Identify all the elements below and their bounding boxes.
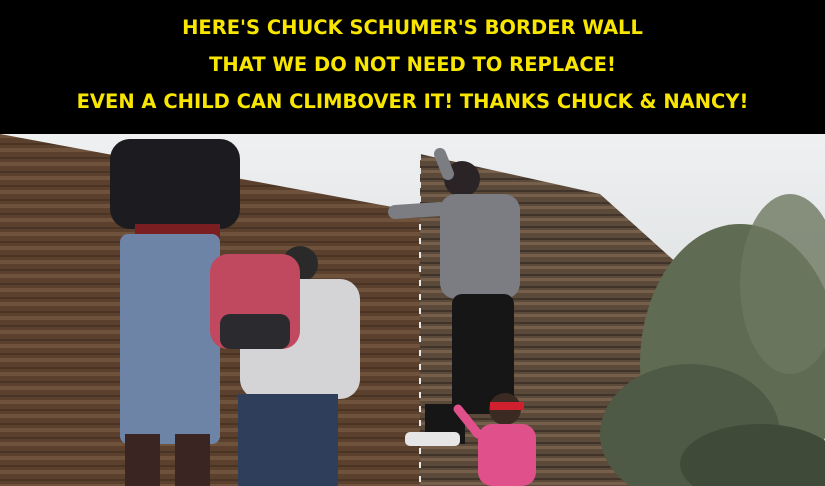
caption-line-2: THAT WE DO NOT NEED TO REPLACE!	[209, 53, 616, 77]
caption-banner: HERE'S CHUCK SCHUMER'S BORDER WALL THAT …	[0, 0, 825, 134]
meme-image: HERE'S CHUCK SCHUMER'S BORDER WALL THAT …	[0, 0, 825, 486]
caption-line-3: EVEN A CHILD CAN CLIMBOVER IT! THANKS CH…	[76, 90, 749, 114]
border-wall-photo	[0, 134, 825, 486]
caption-line-1: HERE'S CHUCK SCHUMER'S BORDER WALL	[182, 16, 643, 40]
